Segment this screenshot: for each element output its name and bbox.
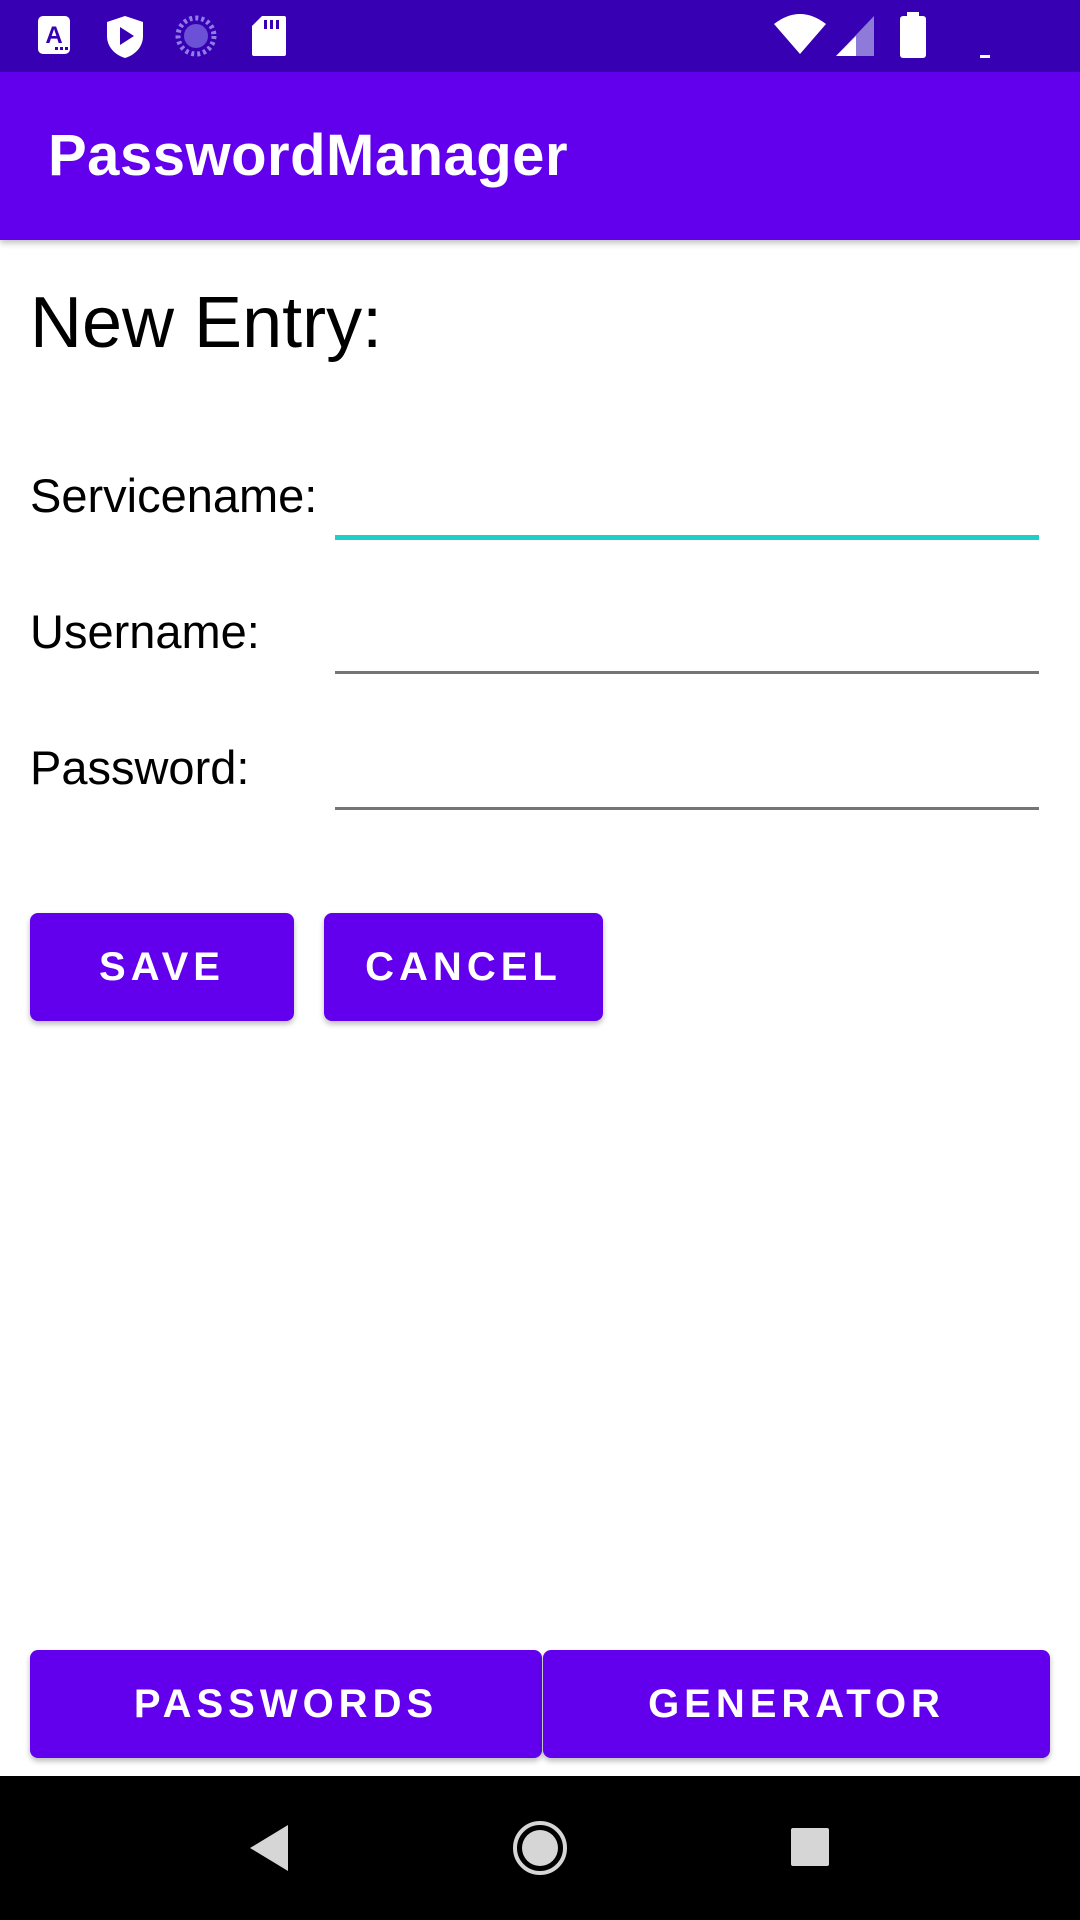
navigation-bar (0, 1776, 1080, 1920)
wifi-icon (772, 12, 828, 61)
recents-icon[interactable] (790, 1827, 830, 1872)
text-app-icon: A (36, 14, 72, 61)
servicename-input[interactable] (335, 455, 1039, 535)
home-icon[interactable] (511, 1819, 569, 1882)
servicename-label: Servicename: (30, 469, 318, 522)
cell-signal-icon (834, 14, 876, 63)
sync-spinner-icon (174, 14, 218, 63)
page-heading: New Entry: (30, 283, 383, 363)
status-bar: A (0, 0, 1080, 72)
generator-tab-button[interactable]: GENERATOR (543, 1650, 1050, 1758)
status-dot-icon (980, 48, 992, 66)
play-protect-icon (104, 14, 146, 65)
servicename-underline (335, 535, 1039, 540)
password-label: Password: (30, 741, 250, 794)
username-input[interactable] (335, 592, 1039, 672)
cancel-button[interactable]: CANCEL (324, 913, 603, 1021)
save-button[interactable]: SAVE (30, 913, 294, 1021)
sd-card-icon (250, 14, 288, 63)
svg-text:A: A (45, 22, 62, 49)
battery-icon (898, 12, 928, 65)
back-icon[interactable] (248, 1823, 290, 1878)
app-title: PasswordManager (48, 123, 569, 188)
password-input[interactable] (335, 728, 1039, 808)
username-label: Username: (30, 605, 260, 658)
password-underline (335, 807, 1039, 810)
app-bar: PasswordManager (0, 72, 1080, 240)
passwords-tab-button[interactable]: PASSWORDS (30, 1650, 542, 1758)
username-underline (335, 671, 1039, 674)
screen: A PasswordManager New Entry: Servicename… (0, 0, 1080, 1920)
